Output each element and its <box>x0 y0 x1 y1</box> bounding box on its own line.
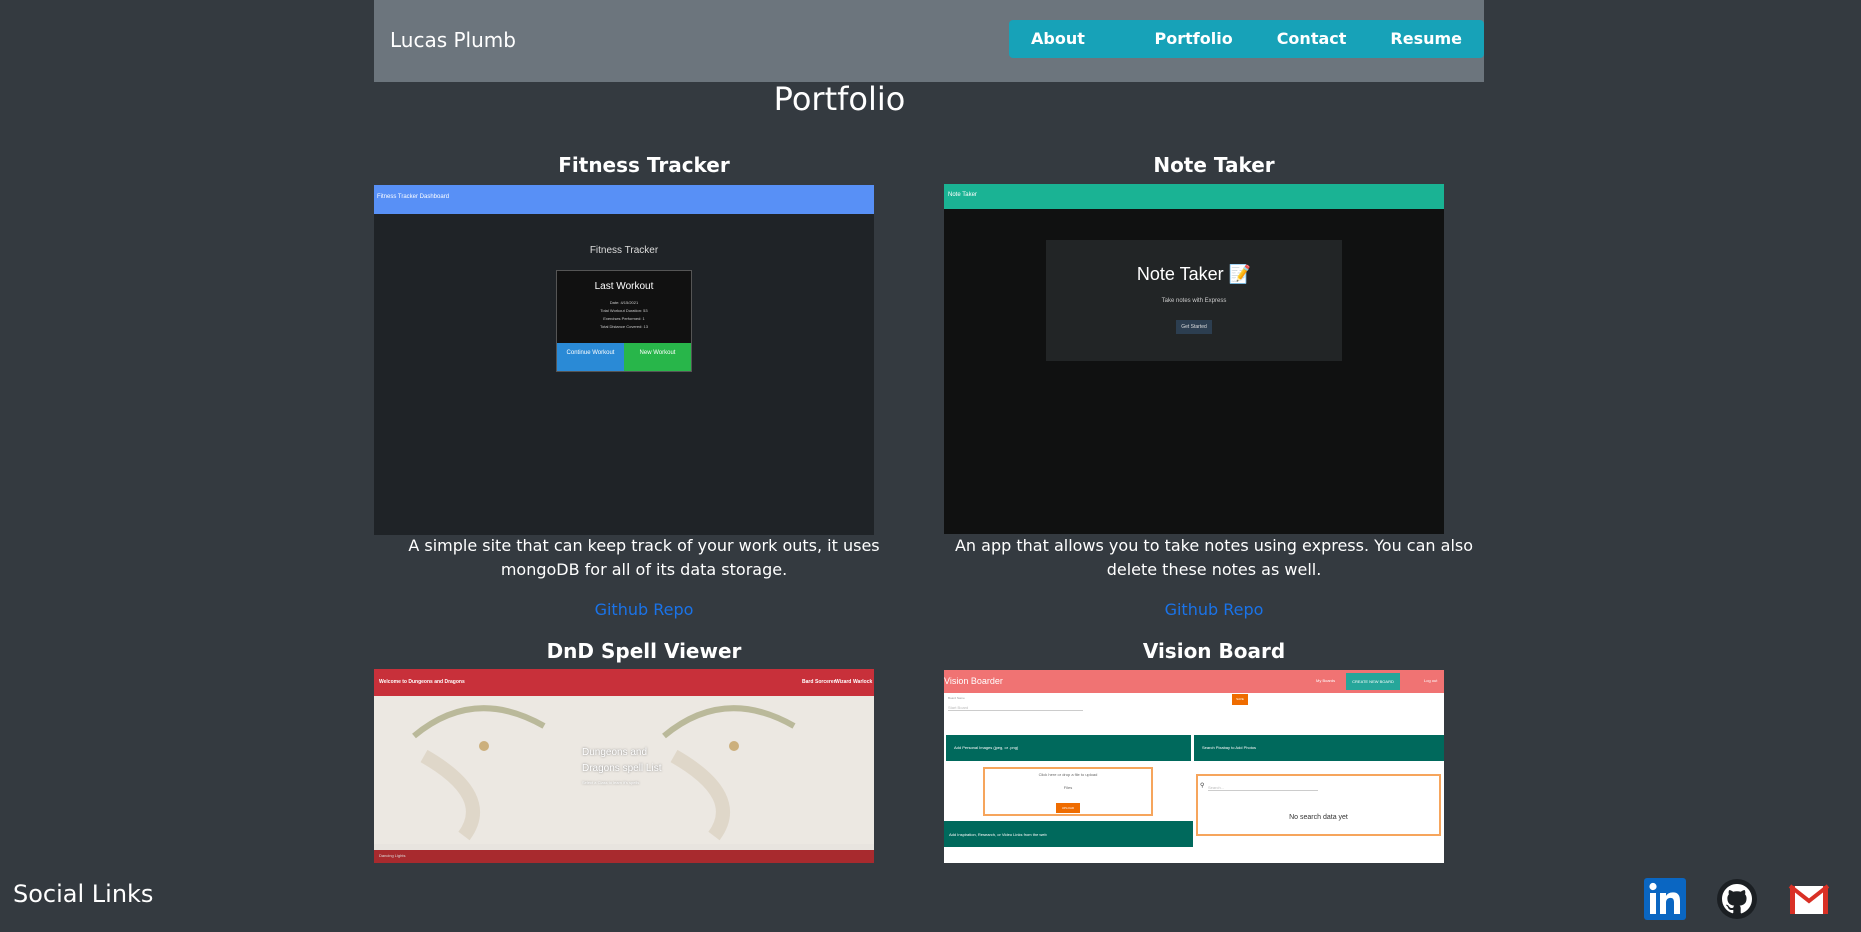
github-repo-link[interactable]: Github Repo <box>374 600 914 619</box>
project-screenshot[interactable]: Note Taker Note Taker 📝 Take notes with … <box>944 184 1444 534</box>
mock-nav-text: Welcome to Dungeons and Dragons <box>379 679 465 685</box>
mock-jumbotron: Note Taker 📝 Take notes with Express Get… <box>1046 240 1342 361</box>
project-card-fitness-tracker: Fitness Tracker Fitness Tracker Dashboar… <box>374 150 934 630</box>
project-title: Fitness Tracker <box>558 153 730 177</box>
mock-nav-text: Note Taker <box>948 192 977 198</box>
mock-heading: Dungeons and <box>582 747 648 758</box>
nav-about-me-button[interactable]: About Me <box>1009 20 1133 58</box>
navbar: Lucas Plumb About Me Portfolio Contact R… <box>374 0 1484 82</box>
project-card-vision-board: Vision Board Vision Boarder My Boards CR… <box>944 636 1504 866</box>
nav-contact-button[interactable]: Contact <box>1255 20 1369 58</box>
project-screenshot[interactable]: Vision Boarder My Boards CREATE NEW BOAR… <box>944 670 1444 863</box>
nav-portfolio-button[interactable]: Portfolio <box>1133 20 1255 58</box>
github-repo-link[interactable]: Github Repo <box>944 600 1484 619</box>
mock-heading: Fitness Tracker <box>589 245 659 256</box>
gmail-icon[interactable] <box>1788 878 1830 920</box>
social-links-title: Social Links <box>13 880 154 908</box>
brand-name[interactable]: Lucas Plumb <box>390 28 516 52</box>
mock-nav-text: Vision Boarder <box>944 676 1003 686</box>
mock-card: Last Workout Date: 4/15/2021 Total Worko… <box>556 270 692 372</box>
github-icon[interactable] <box>1716 878 1758 920</box>
project-card-note-taker: Note Taker Note Taker Note Taker 📝 Take … <box>944 150 1504 630</box>
project-title: DnD Spell Viewer <box>546 639 742 663</box>
project-description: An app that allows you to take notes usi… <box>954 536 1474 579</box>
project-screenshot[interactable]: Welcome to Dungeons and Dragons Bard Sor… <box>374 669 874 863</box>
nav-button-group: About Me Portfolio Contact Resume <box>1009 20 1484 58</box>
mock-nav-text: Fitness Tracker Dashboard <box>377 194 450 200</box>
project-description: A simple site that can keep track of you… <box>408 536 880 579</box>
nav-resume-button[interactable]: Resume <box>1368 20 1484 58</box>
linkedin-icon[interactable] <box>1644 878 1686 920</box>
project-card-dnd-spell-viewer: DnD Spell Viewer Welcome to Dungeons and… <box>374 636 934 866</box>
project-screenshot[interactable]: Fitness Tracker Dashboard Fitness Tracke… <box>374 185 874 535</box>
project-title: Vision Board <box>1142 639 1286 663</box>
page-title: Portfolio <box>773 80 906 118</box>
project-title: Note Taker <box>1153 153 1275 177</box>
search-icon: ⚲ <box>1200 783 1205 789</box>
